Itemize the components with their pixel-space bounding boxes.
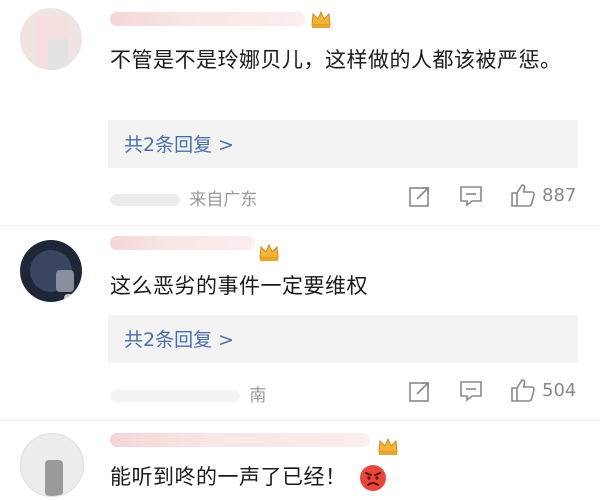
avatar[interactable] bbox=[20, 240, 82, 302]
avatar[interactable] bbox=[20, 433, 84, 497]
avatar[interactable] bbox=[20, 8, 82, 70]
share-icon bbox=[409, 187, 429, 207]
comment-icon bbox=[460, 186, 482, 207]
replies-label: 共2条回复 > bbox=[124, 134, 235, 156]
vip-crown-icon bbox=[259, 243, 279, 261]
comment-icon bbox=[460, 381, 482, 402]
location-label: 来自广东 bbox=[189, 190, 258, 210]
comment-button[interactable] bbox=[459, 184, 483, 208]
comment-item: 能听到咚的一声了已经！ bbox=[0, 421, 600, 500]
comment-meta: 南 bbox=[110, 381, 266, 406]
comment-text: 这么恶劣的事件一定要维权 bbox=[110, 274, 368, 298]
replies-label: 共2条回复 > bbox=[124, 329, 235, 351]
thumbs-up-icon bbox=[511, 184, 535, 207]
username-blurred[interactable] bbox=[110, 433, 370, 447]
comment-text: 不管是不是玲娜贝儿，这样做的人都该被严惩。 bbox=[110, 48, 562, 72]
comment-meta: 来自广东 bbox=[110, 185, 257, 210]
like-button[interactable]: 887 bbox=[510, 182, 576, 208]
angry-face-icon bbox=[359, 465, 386, 491]
username-blurred[interactable] bbox=[110, 12, 305, 26]
comment-button[interactable] bbox=[459, 379, 483, 403]
comment-text: 能听到咚的一声了已经！ bbox=[110, 461, 580, 494]
username-blurred[interactable] bbox=[110, 236, 255, 250]
like-count: 887 bbox=[542, 184, 577, 206]
share-button[interactable] bbox=[408, 379, 432, 403]
timestamp-blurred bbox=[110, 194, 180, 206]
timestamp-blurred bbox=[110, 390, 240, 402]
comment-text-content: 能听到咚的一声了已经！ bbox=[110, 465, 347, 489]
like-button[interactable]: 504 bbox=[510, 377, 576, 403]
location-label: 南 bbox=[249, 386, 267, 406]
view-replies-button[interactable]: 共2条回复 > bbox=[108, 120, 578, 168]
vip-crown-icon bbox=[378, 437, 398, 455]
view-replies-button[interactable]: 共2条回复 > bbox=[108, 315, 578, 363]
thumbs-up-icon bbox=[511, 379, 535, 402]
comment-item: 不管是不是玲娜贝儿，这样做的人都该被严惩。 共2条回复 > 来自广东 887 bbox=[0, 0, 600, 225]
like-count: 504 bbox=[542, 379, 577, 401]
vip-crown-icon bbox=[311, 10, 331, 28]
share-button[interactable] bbox=[408, 184, 432, 208]
comment-item: 这么恶劣的事件一定要维权 共2条回复 > 南 504 bbox=[0, 226, 600, 420]
share-icon bbox=[409, 382, 429, 402]
